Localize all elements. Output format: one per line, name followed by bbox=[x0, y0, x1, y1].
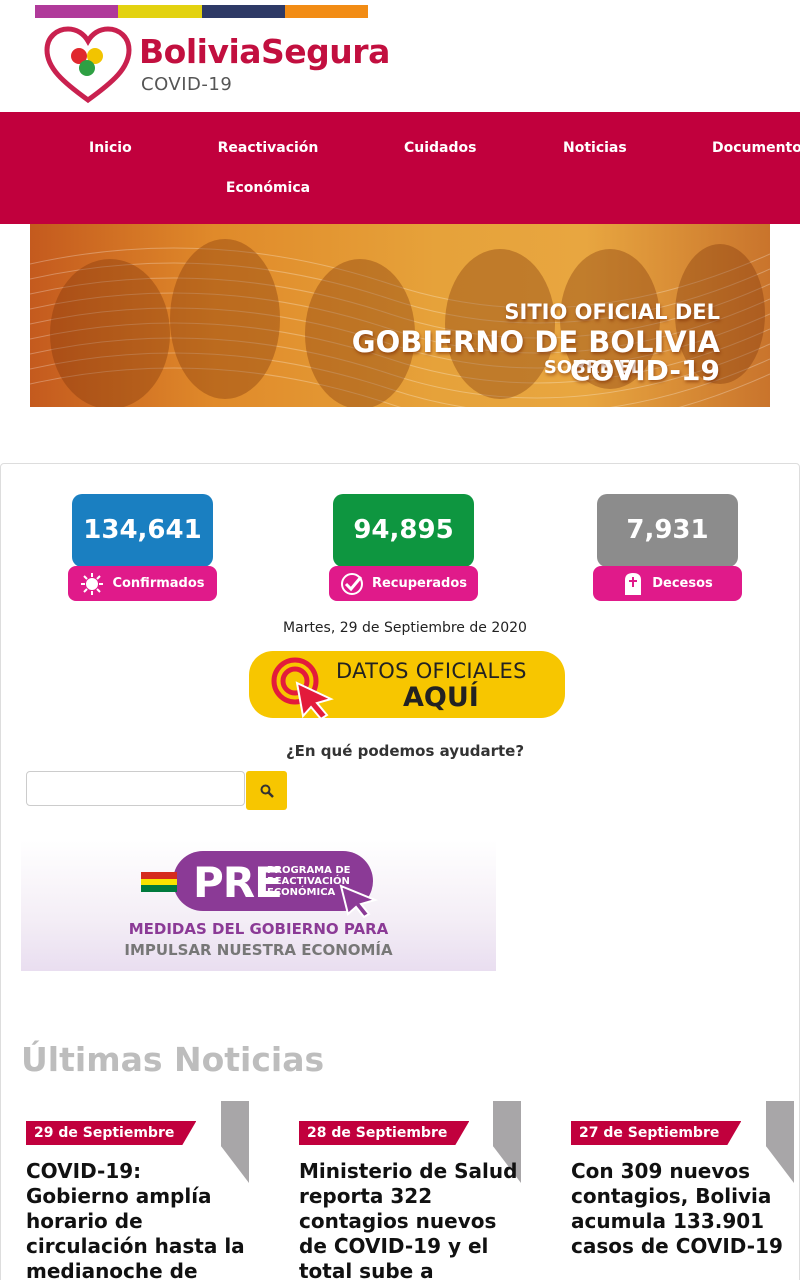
report-date: Martes, 29 de Septiembre de 2020 bbox=[283, 620, 527, 636]
pre-program-banner[interactable]: PRE PROGRAMA DE REACTIVACIÓN ECONÓMICA M… bbox=[21, 840, 496, 971]
news-card[interactable]: 27 de Septiembre Con 309 nuevos contagio… bbox=[566, 1101, 796, 1280]
search-icon bbox=[260, 784, 274, 798]
nav-item-noticias[interactable]: Noticias bbox=[563, 128, 627, 168]
tomb-icon bbox=[625, 572, 642, 595]
logo-subtitle: COVID-19 bbox=[141, 74, 233, 95]
help-question: ¿En qué podemos ayudarte? bbox=[285, 742, 525, 760]
nav-item-reactivacion-line2: Económica bbox=[225, 180, 311, 196]
brand-color-bar bbox=[35, 5, 368, 18]
news-card[interactable]: 29 de Septiembre COVID-19: Gobierno ampl… bbox=[21, 1101, 251, 1280]
news-card-date: 28 de Septiembre bbox=[299, 1121, 469, 1145]
news-card-date: 27 de Septiembre bbox=[571, 1121, 741, 1145]
color-bar-segment-purple bbox=[35, 5, 119, 18]
official-data-button[interactable]: DATOS OFICIALES AQUÍ bbox=[249, 651, 565, 720]
logo-title: BoliviaSegura bbox=[139, 32, 390, 71]
nav-item-cuidados[interactable]: Cuidados bbox=[404, 128, 476, 168]
nav-item-documentos[interactable]: Documentos bbox=[712, 128, 800, 168]
news-card-headline[interactable]: COVID-19: Gobierno amplía horario de cir… bbox=[26, 1159, 246, 1280]
news-card-date: 29 de Septiembre bbox=[26, 1121, 196, 1145]
bolivia-flag-icon bbox=[141, 872, 177, 892]
deaths-label-pill: Decesos bbox=[593, 566, 742, 601]
cursor-arrow-icon bbox=[339, 884, 379, 918]
recovered-label: Recuperados bbox=[371, 576, 468, 591]
recovered-label-pill: Recuperados bbox=[329, 566, 478, 601]
confirmed-label-pill: Confirmados bbox=[68, 566, 217, 601]
deaths-count: 7,931 bbox=[597, 494, 738, 567]
virus-icon bbox=[81, 572, 104, 595]
official-data-line1: DATOS OFICIALES bbox=[336, 659, 527, 683]
news-card-headline[interactable]: Ministerio de Salud reporta 322 contagio… bbox=[299, 1159, 519, 1280]
nav-item-inicio[interactable]: Inicio bbox=[89, 128, 132, 168]
news-card-headline[interactable]: Con 309 nuevos contagios, Bolivia acumul… bbox=[571, 1159, 791, 1259]
site-logo[interactable]: BoliviaSegura COVID-19 bbox=[43, 26, 390, 106]
pre-banner-line2: IMPULSAR NUESTRA ECONOMÍA bbox=[124, 941, 393, 959]
recovered-count: 94,895 bbox=[333, 494, 474, 567]
deaths-label: Decesos bbox=[652, 576, 713, 591]
pre-banner-line1: MEDIDAS DEL GOBIERNO PARA bbox=[128, 920, 389, 938]
stat-confirmed: 134,641 Confirmados bbox=[68, 494, 218, 601]
stat-recovered: 94,895 Recuperados bbox=[329, 494, 479, 601]
news-card[interactable]: 28 de Septiembre Ministerio de Salud rep… bbox=[294, 1101, 524, 1280]
confirmed-label: Confirmados bbox=[112, 576, 205, 591]
banner-line-4: COVID-19 bbox=[569, 354, 720, 387]
confirmed-count: 134,641 bbox=[72, 494, 213, 567]
color-bar-segment-navy bbox=[201, 5, 285, 18]
check-icon bbox=[340, 572, 363, 595]
heart-logo-icon bbox=[44, 26, 132, 104]
search-button[interactable] bbox=[246, 771, 287, 810]
click-cursor-icon bbox=[271, 657, 334, 720]
color-bar-segment-orange bbox=[284, 5, 368, 18]
nav-item-reactivacion[interactable]: Reactivación Económica bbox=[216, 128, 320, 208]
hero-banner: SITIO OFICIAL DEL GOBIERNO DE BOLIVIA SO… bbox=[30, 224, 770, 407]
official-data-line2: AQUÍ bbox=[403, 682, 479, 713]
main-nav: Inicio Reactivación Económica Cuidados N… bbox=[0, 112, 800, 224]
latest-news-heading: Últimas Noticias bbox=[21, 1040, 325, 1079]
banner-line-1: SITIO OFICIAL DEL bbox=[504, 300, 720, 324]
nav-item-reactivacion-line1: Reactivación bbox=[217, 140, 319, 156]
stat-deaths: 7,931 Decesos bbox=[593, 494, 743, 601]
color-bar-segment-yellow bbox=[118, 5, 202, 18]
search-input[interactable] bbox=[26, 771, 245, 806]
